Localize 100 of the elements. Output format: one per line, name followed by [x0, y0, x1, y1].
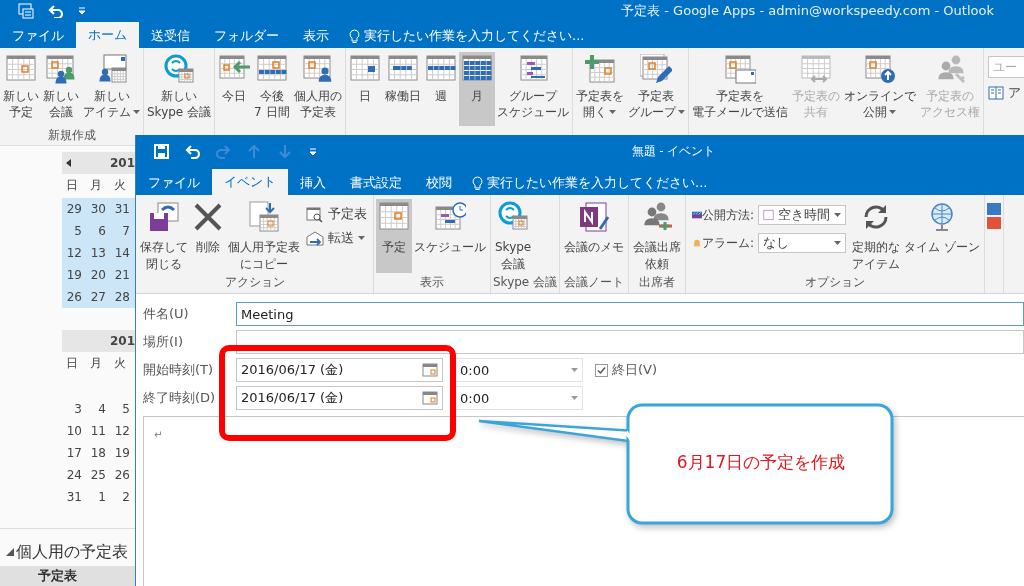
group-label: アクション — [223, 274, 286, 291]
calendar-day[interactable]: 19 — [62, 268, 86, 282]
callout-text: 6月17日の予定を作成 — [675, 451, 847, 474]
ribbon-button[interactable]: 予定表を 開く — [573, 52, 626, 126]
ribbon-tab[interactable]: 送受信 — [139, 24, 202, 48]
ribbon-tab[interactable]: 挿入 — [288, 171, 338, 195]
ribbon-button[interactable]: 定期的な アイテム — [850, 199, 903, 273]
calendar-day[interactable]: 2 — [110, 490, 134, 504]
calendar-day[interactable]: 1 — [86, 490, 110, 504]
ribbon-button[interactable]: 個人用予定表 にコピー — [226, 199, 302, 273]
subject-field[interactable]: Meeting — [236, 302, 1024, 326]
calendar-day[interactable]: 12 — [110, 424, 134, 438]
calendar-day[interactable]: 10 — [62, 424, 86, 438]
calendar-day[interactable]: 17 — [62, 446, 86, 460]
ribbon-button[interactable]: Skype 会議 — [493, 199, 534, 273]
ribbon-button[interactable]: 予定表 — [306, 205, 367, 223]
calendar-day[interactable]: 12 — [62, 246, 86, 260]
calendar-day[interactable]: 13 — [86, 246, 110, 260]
ribbon-button[interactable]: 今日 — [216, 52, 253, 126]
ribbon-button[interactable]: 週 — [422, 52, 459, 126]
ribbon-button[interactable]: 会議出席 依頼 — [631, 199, 684, 273]
ribbon-button[interactable]: 予定表を 電子メールで送信 — [689, 52, 790, 126]
calendar-day[interactable]: 18 — [86, 446, 110, 460]
ribbon-button[interactable]: 新しい Skype 会議 — [145, 52, 214, 126]
calendar-day[interactable]: 4 — [86, 402, 110, 416]
ribbon-button[interactable]: 保存して 閉じる — [138, 199, 190, 273]
calendar-day[interactable]: 27 — [86, 290, 110, 304]
calendar-day[interactable]: 11 — [86, 424, 110, 438]
ribbon-button[interactable]: 今後 7 日間 — [252, 52, 292, 126]
calendar-day[interactable]: 31 — [110, 202, 134, 216]
ribbon-tab[interactable]: ホーム — [76, 22, 139, 48]
window-title: 無題 - イベント — [630, 143, 717, 160]
dropdown-field[interactable]: 空き時間 — [758, 205, 847, 225]
ribbon-button[interactable]: スケジュール — [412, 199, 488, 273]
calendar-day[interactable]: 30 — [86, 202, 110, 216]
group-label: 新規作成 — [46, 127, 97, 144]
calendar-day[interactable]: 7 — [110, 224, 134, 238]
ribbon-button[interactable]: 新しい 会議 — [41, 52, 81, 126]
ribbon-button[interactable]: 会議のメモ — [562, 199, 627, 273]
time-field[interactable]: 0:00 — [455, 386, 583, 410]
calendar-day[interactable]: 26 — [62, 290, 86, 304]
calendar-day[interactable]: 6 — [86, 224, 110, 238]
ribbon-tab[interactable]: ファイル — [0, 24, 76, 48]
all-day-checkbox[interactable]: 終日(V) — [595, 361, 658, 379]
weekday-label: 日 — [65, 354, 79, 372]
ribbon-tab[interactable]: 校閲 — [414, 171, 464, 195]
ribbon-button[interactable]: 予定表 グループ — [625, 52, 687, 126]
calendar-day[interactable]: 19 — [110, 446, 134, 460]
ribbon-tab[interactable]: 表示 — [291, 24, 341, 48]
group-label: 出席者 — [638, 274, 677, 291]
calendar-group-header[interactable]: 個人用の予定表 — [0, 541, 134, 563]
tell-me-field[interactable]: 実行したい作業を入力してください... — [341, 24, 585, 48]
ribbon-tab[interactable]: フォルダー — [202, 24, 291, 48]
group-label: Skype 会議 — [493, 274, 558, 291]
time-field[interactable]: 0:00 — [455, 358, 583, 382]
search-field[interactable]: ユー — [987, 56, 1024, 78]
group-label: 表示 — [419, 274, 445, 291]
date-field[interactable]: 2016/06/17 (金) — [236, 386, 443, 410]
calendar-day[interactable]: 5 — [110, 402, 134, 416]
calendar-header: 201 — [62, 330, 135, 352]
window-title: 予定表 - Google Apps - admin@workspeedy.com - Outlook — [621, 2, 995, 20]
ribbon-button[interactable]: 予定 — [376, 199, 412, 273]
calendar-day[interactable]: 3 — [62, 402, 86, 416]
calendar-day[interactable]: 21 — [110, 268, 134, 282]
ribbon-button[interactable]: タイム ゾーン — [902, 199, 982, 273]
group-label: オプション — [803, 274, 866, 291]
ribbon-button[interactable]: オンラインで 公開 — [841, 52, 918, 126]
dropdown-field[interactable]: なし — [758, 233, 847, 253]
ribbon-button[interactable]: 新しい アイテム — [81, 52, 142, 126]
ribbon-button[interactable]: 日 — [346, 52, 383, 126]
ribbon-button[interactable]: 稼働日 — [382, 52, 423, 126]
field-label: 公開方法: — [702, 206, 755, 224]
calendar-day[interactable]: 25 — [86, 468, 110, 482]
tell-me-field[interactable]: 実行したい作業を入力してください... — [464, 171, 708, 195]
ribbon-button[interactable]: 新しい 予定 — [1, 52, 41, 126]
ribbon-tab[interactable]: イベント — [212, 169, 288, 195]
ribbon-tab[interactable]: ファイル — [136, 171, 212, 195]
weekday-label: 月 — [89, 176, 103, 194]
calendar-day[interactable]: 28 — [110, 290, 134, 304]
ribbon-tab[interactable]: 書式設定 — [338, 171, 414, 195]
calendar-day[interactable]: 24 — [62, 468, 86, 482]
date-field[interactable]: 2016/06/17 (金) — [236, 358, 443, 382]
calendar-day[interactable]: 14 — [110, 246, 134, 260]
group-label: 会議ノート — [563, 274, 626, 291]
address-book-button[interactable]: ア — [987, 84, 1024, 102]
field-label: 場所(I) — [143, 333, 184, 351]
field-label: 件名(U) — [143, 305, 190, 323]
calendar-item[interactable]: 予定表 — [0, 566, 135, 586]
paragraph-mark: ↵ — [154, 429, 163, 440]
ribbon-button[interactable]: 月 — [458, 52, 495, 126]
ribbon-button[interactable]: グループ スケジュール — [494, 52, 571, 126]
field-label: アラーム: — [702, 234, 755, 252]
calendar-day[interactable]: 31 — [62, 490, 86, 504]
calendar-day[interactable]: 29 — [62, 202, 86, 216]
ribbon-button[interactable]: 削除 — [190, 199, 226, 273]
calendar-day[interactable]: 26 — [110, 468, 134, 482]
ribbon-button[interactable]: 個人用の 予定表 — [291, 52, 344, 126]
calendar-day[interactable]: 5 — [62, 224, 86, 238]
calendar-day[interactable]: 20 — [86, 268, 110, 282]
ribbon-button[interactable]: 転送 — [306, 229, 367, 247]
